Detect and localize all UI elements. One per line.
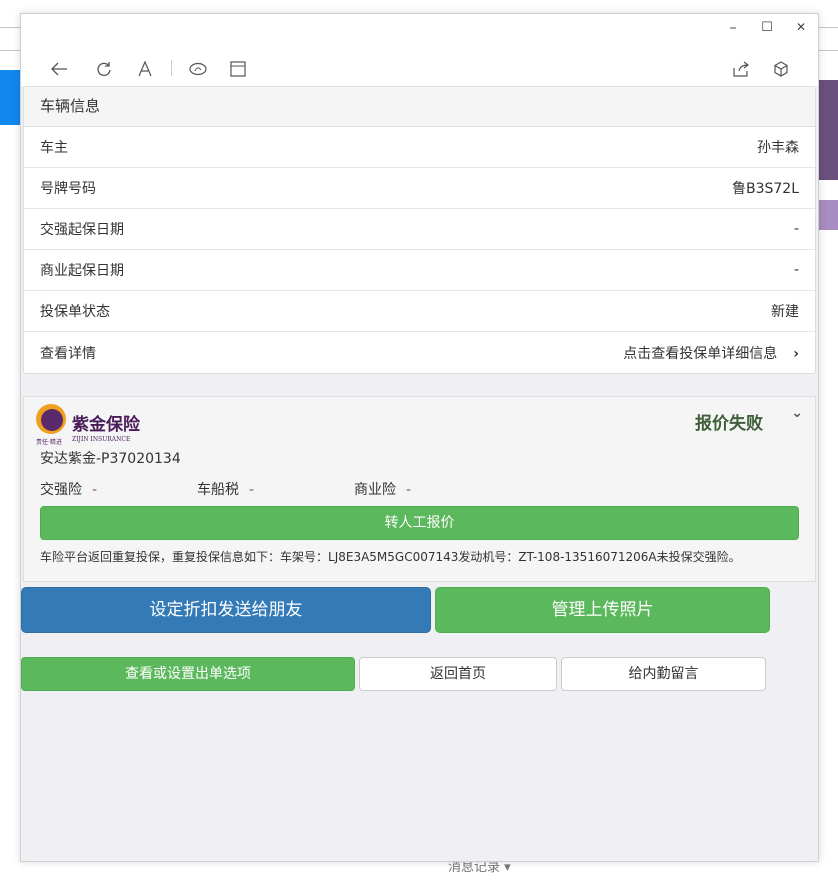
leave-message-button[interactable]: 给内勤留言 bbox=[561, 657, 766, 691]
back-icon[interactable] bbox=[48, 58, 70, 80]
row-plate: 号牌号码 鲁B3S72L bbox=[24, 168, 815, 209]
row-value: 点击查看投保单详细信息 bbox=[623, 345, 778, 362]
row-label: 车主 bbox=[40, 140, 68, 156]
fee-label: 商业险 bbox=[354, 482, 396, 498]
insurer-logo: 责任·精进 紫金保险 ZIJIN INSURANCE bbox=[34, 402, 140, 446]
primary-actions: 设定折扣发送给朋友 管理上传照片 bbox=[21, 587, 770, 633]
cube-icon[interactable] bbox=[770, 58, 792, 80]
chevron-right-icon: › bbox=[793, 345, 799, 362]
vehicle-info-card: 车辆信息 车主 孙丰森 号牌号码 鲁B3S72L 交强起保日期 - 商业起保日期 - 投… bbox=[23, 86, 816, 374]
maximize-button[interactable]: ☐ bbox=[752, 20, 782, 35]
fee-label: 车船税 bbox=[197, 482, 239, 498]
refresh-icon[interactable] bbox=[93, 58, 115, 80]
row-value: 新建 bbox=[771, 304, 799, 320]
fee-value: - bbox=[92, 482, 98, 498]
quote-id: 安达紫金-P37020134 bbox=[40, 451, 181, 467]
fee-label: 交强险 bbox=[40, 482, 82, 498]
row-status: 投保单状态 新建 bbox=[24, 291, 815, 332]
secondary-actions: 查看或设置出单选项 返回首页 给内勤留言 bbox=[21, 657, 766, 691]
row-value: 鲁B3S72L bbox=[731, 181, 799, 197]
row-compulsory-start: 交强起保日期 - bbox=[24, 209, 815, 250]
send-discount-button[interactable]: 设定折扣发送给朋友 bbox=[21, 587, 431, 633]
toolbar-divider bbox=[171, 60, 172, 76]
svg-text:责任·精进: 责任·精进 bbox=[36, 438, 62, 446]
fee-value: - bbox=[249, 482, 255, 498]
card-title: 车辆信息 bbox=[24, 87, 815, 127]
window-icon[interactable] bbox=[227, 58, 249, 80]
browser-window: – ☐ ✕ 车辆信息 车主 孙丰森 号牌号码 鲁B3S72L 交强起保日期 - 商业起… bbox=[20, 13, 819, 862]
row-value: - bbox=[793, 262, 799, 278]
font-icon[interactable] bbox=[134, 58, 156, 80]
row-label: 投保单状态 bbox=[40, 304, 110, 320]
fee-vessel-tax: 车船税 - bbox=[197, 479, 354, 499]
fee-value: - bbox=[406, 482, 412, 498]
row-label: 号牌号码 bbox=[40, 181, 96, 197]
row-label: 查看详情 bbox=[40, 345, 96, 362]
fee-commercial: 商业险 - bbox=[354, 479, 511, 499]
row-value-wrap: 点击查看投保单详细信息 › bbox=[623, 343, 799, 363]
logo-subtext: ZIJIN INSURANCE bbox=[72, 436, 131, 443]
logo-text: 紫金保险 bbox=[72, 415, 140, 435]
background-app-strip bbox=[818, 200, 838, 230]
background-app-strip bbox=[0, 70, 22, 125]
manage-photos-button[interactable]: 管理上传照片 bbox=[435, 587, 770, 633]
chevron-down-icon[interactable]: ⌄ bbox=[791, 405, 803, 421]
title-bar: – ☐ ✕ bbox=[21, 14, 818, 86]
quote-card: 责任·精进 紫金保险 ZIJIN INSURANCE 报价失败 ⌄ 安达紫金-P… bbox=[23, 396, 816, 582]
row-value: - bbox=[793, 221, 799, 237]
error-note: 车险平台返回重复投保，重复投保信息如下：车架号：LJ8E3A5M5GC00714… bbox=[40, 550, 741, 564]
zijin-logo-icon: 责任·精进 bbox=[36, 404, 66, 446]
row-label: 商业起保日期 bbox=[40, 263, 124, 279]
home-button[interactable]: 返回首页 bbox=[359, 657, 557, 691]
quote-status: 报价失败 bbox=[695, 414, 763, 434]
order-options-button[interactable]: 查看或设置出单选项 bbox=[21, 657, 355, 691]
row-commercial-start: 商业起保日期 - bbox=[24, 250, 815, 291]
row-owner: 车主 孙丰森 bbox=[24, 127, 815, 168]
manual-quote-button[interactable]: 转人工报价 bbox=[40, 506, 799, 540]
share-icon[interactable] bbox=[730, 58, 752, 80]
row-label: 交强起保日期 bbox=[40, 222, 124, 238]
row-value: 孙丰森 bbox=[757, 140, 799, 156]
background-app-strip bbox=[818, 80, 838, 180]
fee-list: 交强险 - 车船税 - 商业险 - bbox=[40, 479, 511, 499]
minimize-button[interactable]: – bbox=[718, 20, 748, 36]
close-button[interactable]: ✕ bbox=[786, 20, 816, 34]
fee-compulsory: 交强险 - bbox=[40, 479, 197, 499]
row-view-details[interactable]: 查看详情 点击查看投保单详细信息 › bbox=[24, 332, 815, 373]
link-icon[interactable] bbox=[187, 58, 209, 80]
